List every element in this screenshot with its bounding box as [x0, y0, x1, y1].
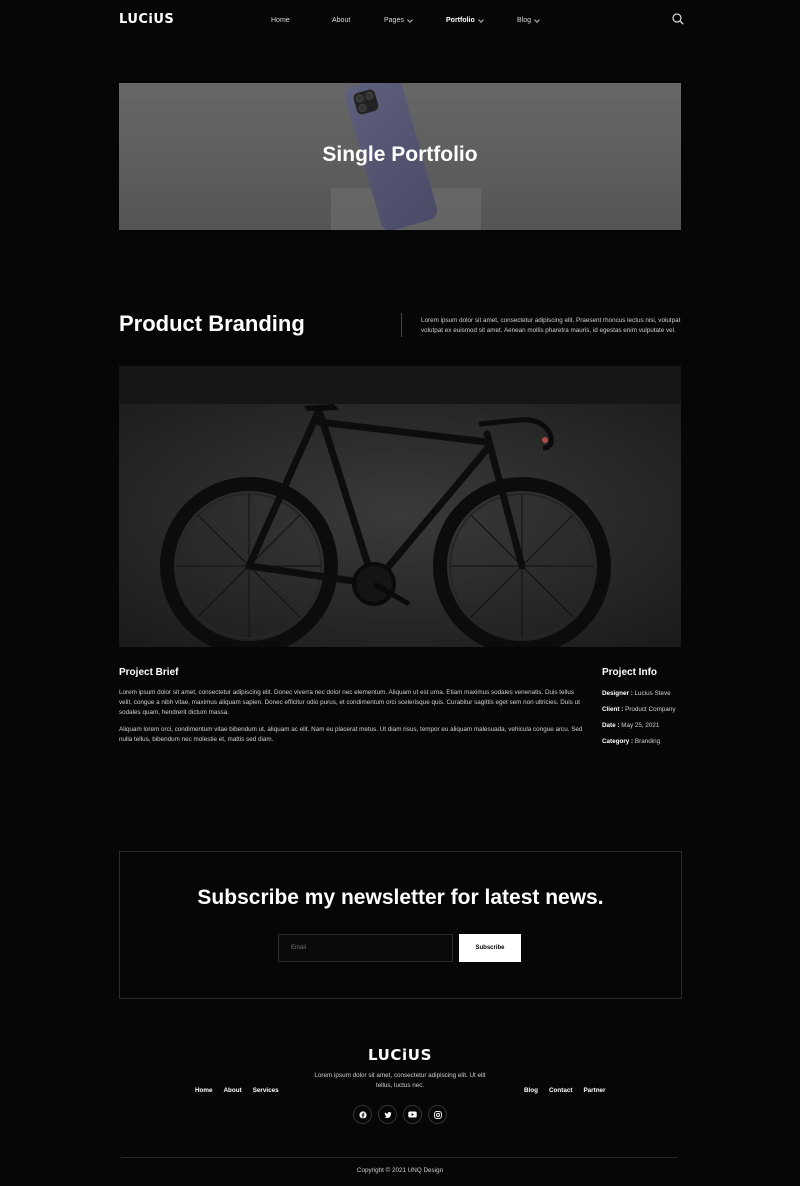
footer-link-contact[interactable]: Contact	[549, 1087, 572, 1094]
info-value: Product Company	[625, 706, 676, 713]
project-title: Product Branding	[119, 311, 305, 336]
info-value: Lucius Steve	[634, 690, 671, 697]
menu-item-about[interactable]: About	[332, 17, 384, 24]
page-hero-banner: Single Portfolio	[119, 83, 681, 230]
info-category: Category : Branding	[602, 738, 660, 745]
project-info-heading: Project Info	[602, 667, 658, 678]
menu-item-home[interactable]: Home	[271, 17, 332, 24]
menu-item-label: Pages	[384, 17, 404, 24]
search-icon[interactable]	[672, 13, 684, 25]
info-label: Designer :	[602, 690, 633, 697]
menu-item-label: Blog	[517, 17, 532, 24]
footer-links-left: Home About Services	[195, 1087, 290, 1094]
chevron-down-icon	[534, 16, 540, 23]
project-brief-paragraph: Lorem ipsum dolor sit amet, consectetur …	[119, 689, 580, 716]
footer-description: Lorem ipsum dolor sit amet, consectetur …	[314, 1072, 486, 1089]
info-label: Category :	[602, 738, 634, 745]
site-logo[interactable]: LUCiUS	[119, 12, 174, 27]
image-top-band	[119, 366, 681, 404]
menu-item-pages[interactable]: Pages	[384, 16, 446, 24]
project-brief-heading: Project Brief	[119, 667, 179, 678]
info-value: Branding	[634, 738, 661, 745]
project-bike-image	[119, 366, 681, 647]
info-label: Client :	[602, 706, 624, 713]
bicycle-illustration	[119, 404, 681, 647]
info-designer: Designer : Lucius Steve	[602, 690, 671, 697]
instagram-icon[interactable]	[428, 1105, 447, 1124]
project-description: Lorem ipsum dolor sit amet, consectetur …	[421, 317, 681, 334]
main-menu: Home About Pages Portfolio Blog	[271, 16, 567, 24]
newsletter-heading: Subscribe my newsletter for latest news.	[197, 886, 604, 909]
facebook-icon[interactable]	[353, 1105, 372, 1124]
subscribe-button[interactable]: Subscribe	[459, 934, 521, 962]
project-brief-paragraph: Aliquam lorem orci, condimentum vitae bi…	[119, 726, 583, 743]
social-links	[353, 1105, 447, 1124]
copyright-text: Copyright © 2021 UNQ Design	[356, 1167, 444, 1174]
footer-link-blog[interactable]: Blog	[524, 1087, 538, 1094]
top-navigation: LUCiUS Home About Pages Portfolio Blog	[0, 0, 800, 44]
footer-link-home[interactable]: Home	[195, 1087, 213, 1094]
chevron-down-icon	[407, 16, 413, 23]
email-field[interactable]: Email	[278, 934, 453, 962]
footer-link-services[interactable]: Services	[253, 1087, 279, 1094]
newsletter-box: Subscribe my newsletter for latest news.…	[119, 851, 682, 999]
menu-item-portfolio[interactable]: Portfolio	[446, 16, 517, 24]
menu-item-label: Portfolio	[446, 17, 475, 24]
info-date: Date : May 25, 2021	[602, 722, 659, 729]
menu-item-blog[interactable]: Blog	[517, 16, 567, 24]
chevron-down-icon	[477, 16, 484, 23]
info-value: May 25, 2021	[621, 722, 660, 729]
vertical-divider	[401, 313, 402, 337]
page-title: Single Portfolio	[322, 143, 478, 166]
twitter-icon[interactable]	[378, 1105, 397, 1124]
youtube-icon[interactable]	[403, 1105, 422, 1124]
footer-logo[interactable]: LUCiUS	[0, 1046, 800, 1064]
info-client: Client : Product Company	[602, 706, 676, 713]
menu-item-label: About	[332, 17, 351, 24]
footer-link-about[interactable]: About	[224, 1087, 242, 1094]
menu-item-label: Home	[271, 17, 290, 24]
footer-links-right: Blog Contact Partner	[524, 1087, 617, 1094]
footer-divider	[121, 1157, 678, 1158]
info-label: Date :	[602, 722, 620, 729]
footer-link-partner[interactable]: Partner	[583, 1087, 605, 1094]
